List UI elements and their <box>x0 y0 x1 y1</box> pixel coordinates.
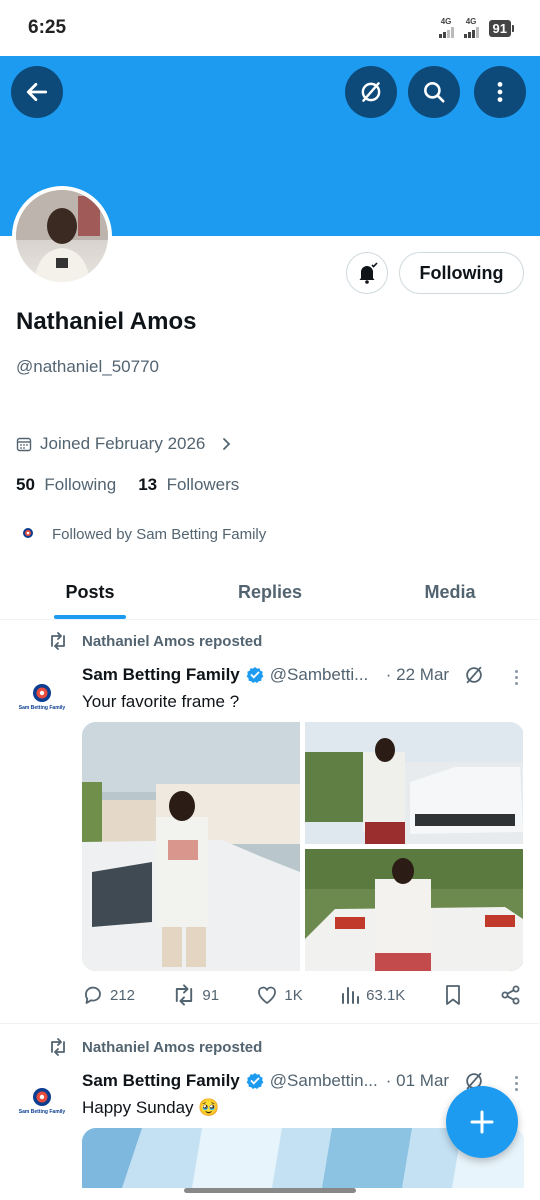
notifications-bell-button[interactable] <box>346 252 388 294</box>
active-tab-indicator <box>54 615 126 619</box>
profile-avatar[interactable] <box>12 186 112 286</box>
bookmark-icon <box>445 985 460 1005</box>
back-button[interactable] <box>11 66 63 118</box>
following-count: 50 <box>16 475 35 494</box>
post-divider <box>0 1023 540 1024</box>
status-time: 6:25 <box>28 17 67 38</box>
post-date[interactable]: · 01 Mar <box>386 1071 449 1091</box>
reply-count: 212 <box>110 986 136 1004</box>
verified-badge-icon <box>246 1072 264 1090</box>
repost-header[interactable]: Nathaniel Amos reposted <box>48 632 262 650</box>
repost-label: Nathaniel Amos reposted <box>82 1038 263 1056</box>
search-icon <box>424 82 445 103</box>
post-actions: 212 91 1K 63.1K <box>82 984 522 1006</box>
followed-by-text: Followed by Sam Betting Family <box>52 525 267 543</box>
status-icons: 4G 4G 91 <box>438 17 514 38</box>
following-button[interactable]: Following <box>399 252 524 294</box>
repost-label: Nathaniel Amos reposted <box>82 632 263 650</box>
post-more-icon[interactable] <box>515 670 518 685</box>
calendar-icon <box>16 437 32 452</box>
grok-icon <box>361 82 381 102</box>
tab-posts[interactable]: Posts <box>0 566 180 619</box>
plus-icon <box>470 1110 494 1134</box>
followers-stat[interactable]: 13 Followers <box>138 475 239 495</box>
followers-count: 13 <box>138 475 158 494</box>
network-type-label: 4G <box>440 17 452 26</box>
repost-button[interactable]: 91 <box>172 984 219 1006</box>
chevron-right-icon <box>223 438 231 450</box>
post-text: Your favorite frame ? <box>82 692 240 711</box>
joined-date[interactable]: Joined February 2026 <box>16 434 233 454</box>
home-indicator[interactable] <box>184 1188 356 1193</box>
following-label: Following <box>44 475 117 494</box>
views-icon <box>342 987 360 1004</box>
post-header: Sam Betting Family @Sambetti... · 22 Mar <box>82 664 524 686</box>
like-count: 1K <box>284 986 303 1004</box>
following-stat[interactable]: 50 Following <box>16 475 116 495</box>
post-media-grid <box>82 722 524 971</box>
post-date[interactable]: · 22 Mar <box>386 665 449 685</box>
post-author-handle[interactable]: @Sambetti... <box>270 665 382 685</box>
post-more-icon[interactable] <box>515 1076 518 1091</box>
follow-stats: 50 Following 13 Followers <box>16 475 239 495</box>
post-author-name[interactable]: Sam Betting Family <box>82 1071 240 1091</box>
post-photo-main[interactable] <box>82 722 300 971</box>
grok-button[interactable] <box>345 66 397 118</box>
verified-badge-icon <box>246 666 264 684</box>
signal-icon: 4G <box>438 17 454 38</box>
share-icon <box>501 985 520 1005</box>
post-author-avatar[interactable]: Sam Betting Family <box>18 676 66 716</box>
bell-icon <box>359 262 378 284</box>
like-button[interactable]: 1K <box>256 984 303 1006</box>
like-icon <box>258 986 277 1004</box>
followed-by[interactable]: Followed by Sam Betting Family <box>18 524 266 544</box>
repost-icon <box>176 984 193 1006</box>
post-photo[interactable] <box>305 722 523 844</box>
compose-button[interactable] <box>446 1086 518 1158</box>
more-vertical-icon <box>497 82 503 102</box>
share-button[interactable] <box>500 984 522 1006</box>
post-text: Happy Sunday 🥹 <box>82 1098 220 1117</box>
avatar-photo <box>16 190 108 282</box>
post-author-handle[interactable]: @Sambettin... <box>270 1071 382 1091</box>
avatar-brand-text: Sam Betting Family <box>18 1108 66 1115</box>
profile-name: Nathaniel Amos <box>16 308 197 335</box>
avatar-brand-text: Sam Betting Family <box>18 704 66 711</box>
post-photo[interactable] <box>305 849 523 971</box>
followers-label: Followers <box>166 475 240 494</box>
tab-replies[interactable]: Replies <box>180 566 360 619</box>
grok-icon[interactable] <box>463 664 485 686</box>
profile-tabs: Posts Replies Media <box>0 566 540 620</box>
reply-button[interactable]: 212 <box>82 984 135 1006</box>
post-header: Sam Betting Family @Sambettin... · 01 Ma… <box>82 1070 524 1092</box>
tab-media[interactable]: Media <box>360 566 540 619</box>
repost-icon <box>51 1038 65 1056</box>
network-type-label: 4G <box>465 17 477 26</box>
battery-icon: 91 <box>488 19 514 37</box>
repost-header[interactable]: Nathaniel Amos reposted <box>48 1038 262 1056</box>
views-button[interactable]: 63.1K <box>340 985 405 1005</box>
reply-icon <box>85 986 101 1004</box>
repost-icon <box>51 632 65 650</box>
status-bar: 6:25 4G 4G 91 <box>0 0 540 56</box>
views-count: 63.1K <box>366 986 406 1004</box>
back-arrow-icon <box>26 83 48 101</box>
follower-avatar <box>18 524 38 544</box>
signal-icon: 4G <box>463 17 479 38</box>
battery-level: 91 <box>488 19 511 37</box>
search-button[interactable] <box>408 66 460 118</box>
bookmark-button[interactable] <box>443 984 463 1006</box>
joined-label: Joined February 2026 <box>40 434 206 453</box>
profile-handle: @nathaniel_50770 <box>16 357 159 376</box>
repost-count: 91 <box>202 986 220 1004</box>
post-author-avatar[interactable]: Sam Betting Family <box>18 1080 66 1120</box>
post-author-name[interactable]: Sam Betting Family <box>82 665 240 685</box>
more-options-button[interactable] <box>474 66 526 118</box>
